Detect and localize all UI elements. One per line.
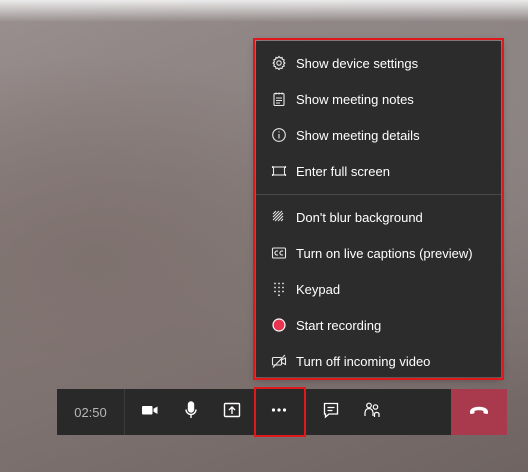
menu-highlight-outline bbox=[253, 38, 504, 380]
more-options-highlight-outline bbox=[254, 387, 306, 437]
camera-button[interactable] bbox=[129, 389, 170, 435]
meeting-toolbar: 02:50 bbox=[57, 387, 507, 437]
microphone-icon bbox=[181, 400, 201, 425]
camera-icon bbox=[140, 400, 160, 425]
call-timer: 02:50 bbox=[57, 389, 125, 435]
meeting-stage: Show device settings Show meeting notes bbox=[0, 0, 528, 472]
participants-icon bbox=[362, 400, 382, 425]
chat-button[interactable] bbox=[310, 389, 351, 435]
participants-button[interactable] bbox=[351, 389, 392, 435]
microphone-button[interactable] bbox=[170, 389, 211, 435]
top-fade bbox=[0, 0, 528, 22]
hang-up-icon bbox=[467, 398, 491, 427]
share-screen-button[interactable] bbox=[211, 389, 252, 435]
hang-up-button[interactable] bbox=[451, 389, 507, 435]
share-screen-icon bbox=[222, 400, 242, 425]
chat-icon bbox=[321, 400, 341, 425]
more-options-button[interactable] bbox=[252, 387, 306, 437]
